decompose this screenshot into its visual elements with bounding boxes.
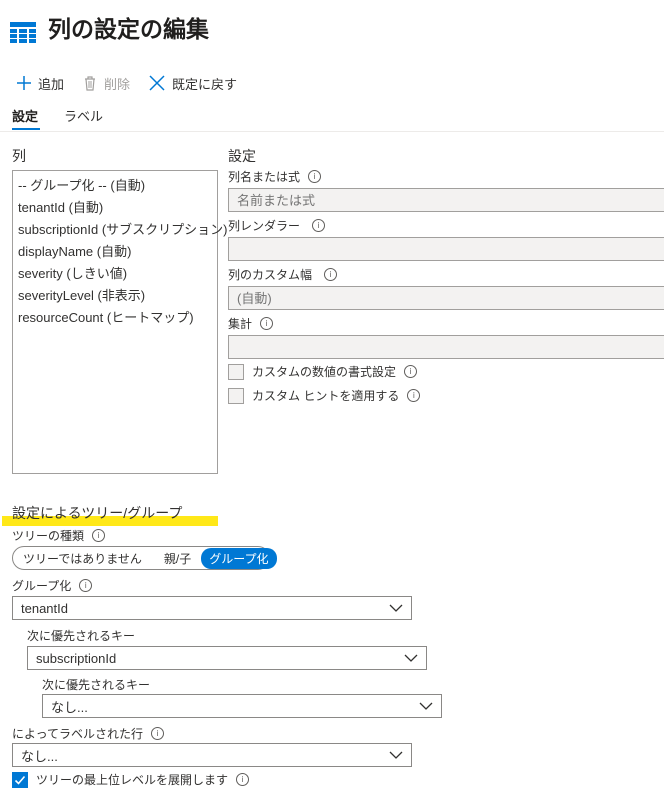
- add-button-label: 追加: [38, 76, 65, 92]
- tree-type-label-text: ツリーの種類: [12, 529, 85, 543]
- chevron-down-icon: [404, 654, 418, 662]
- expand-top-row[interactable]: ツリーの最上位レベルを展開します i: [12, 771, 250, 788]
- close-icon: [149, 75, 165, 91]
- tab-settings[interactable]: 設定: [12, 106, 38, 125]
- info-icon[interactable]: i: [79, 579, 93, 592]
- tab-labels[interactable]: ラベル: [64, 106, 103, 125]
- info-icon[interactable]: i: [151, 727, 165, 740]
- then-by-label-2: 次に優先されるキー: [42, 678, 151, 692]
- list-item[interactable]: severity (しきい値): [13, 263, 217, 285]
- list-item[interactable]: -- グループ化 -- (自動): [13, 175, 217, 197]
- width-label: 列のカスタム幅 i: [228, 266, 338, 283]
- trash-icon: [85, 76, 95, 91]
- custom-number-format-row[interactable]: カスタムの数値の書式設定 i: [228, 363, 418, 380]
- width-input[interactable]: [228, 286, 664, 310]
- list-item[interactable]: subscriptionId (サブスクリプション): [13, 219, 227, 241]
- then-by-dropdown-1[interactable]: subscriptionId: [27, 646, 427, 670]
- info-icon[interactable]: i: [312, 219, 326, 232]
- tree-type-toggle[interactable]: ツリーではありません 親/子 グループ化: [12, 546, 277, 570]
- info-icon[interactable]: i: [260, 317, 274, 330]
- list-item[interactable]: severityLevel (非表示): [13, 285, 217, 307]
- aggregation-label: 集計 i: [228, 315, 274, 332]
- settings-heading: 設定: [228, 148, 256, 164]
- delete-button-label: 削除: [104, 76, 131, 92]
- renderer-select[interactable]: [228, 237, 664, 261]
- info-icon[interactable]: i: [324, 268, 338, 281]
- label-rows-by-dropdown[interactable]: なし...: [12, 743, 412, 767]
- list-item[interactable]: tenantId (自動): [13, 197, 217, 219]
- list-item[interactable]: resourceCount (ヒートマップ): [13, 307, 217, 329]
- delete-button[interactable]: 削除: [82, 70, 130, 96]
- custom-number-format-label: カスタムの数値の書式設定: [252, 365, 397, 379]
- custom-hint-row[interactable]: カスタム ヒントを適用する i: [228, 387, 421, 404]
- info-icon[interactable]: i: [308, 170, 322, 183]
- name-label-text: 列名または式: [228, 170, 301, 184]
- then-by-value-2: なし...: [51, 699, 88, 715]
- label-rows-by-value: なし...: [21, 748, 58, 764]
- reset-button[interactable]: 既定に戻す: [148, 70, 237, 96]
- tree-type-grouping[interactable]: グループ化: [201, 547, 277, 569]
- tabs-divider: [0, 131, 664, 132]
- aggregation-select[interactable]: [228, 335, 664, 359]
- width-label-text: 列のカスタム幅: [228, 268, 313, 282]
- columns-heading: 列: [12, 148, 26, 164]
- columns-listbox[interactable]: -- グループ化 -- (自動) tenantId (自動) subscript…: [12, 170, 227, 474]
- table-icon: [10, 22, 36, 44]
- expand-top-checkbox[interactable]: [12, 771, 28, 788]
- info-icon[interactable]: i: [404, 365, 418, 378]
- add-button[interactable]: 追加: [16, 70, 64, 96]
- renderer-label: 列レンダラー i: [228, 217, 326, 234]
- info-icon[interactable]: i: [236, 773, 250, 786]
- chevron-down-icon: [389, 751, 403, 759]
- then-by-value-1: subscriptionId: [36, 650, 117, 666]
- custom-hint-checkbox[interactable]: [228, 387, 244, 404]
- checkmark-icon: [14, 775, 26, 785]
- then-by-label-1: 次に優先されるキー: [27, 629, 136, 643]
- tree-type-parent-child[interactable]: 親/子: [156, 548, 199, 569]
- tree-type-label: ツリーの種類 i: [12, 527, 106, 544]
- info-icon[interactable]: i: [407, 389, 421, 402]
- group-by-value: tenantId: [21, 600, 68, 616]
- tree-heading: 設定によるツリー/グループ: [12, 505, 183, 521]
- custom-number-format-checkbox[interactable]: [228, 363, 244, 380]
- chevron-down-icon: [389, 604, 403, 612]
- plus-icon: [17, 76, 31, 90]
- reset-button-label: 既定に戻す: [172, 76, 238, 92]
- info-icon[interactable]: i: [92, 529, 106, 542]
- name-input[interactable]: [228, 188, 664, 212]
- label-rows-by-label: によってラベルされた行 i: [12, 725, 165, 742]
- group-by-dropdown[interactable]: tenantId: [12, 596, 412, 620]
- chevron-down-icon: [419, 702, 433, 710]
- group-by-label: グループ化 i: [12, 577, 93, 594]
- label-rows-by-label-text: によってラベルされた行: [12, 727, 144, 741]
- list-item[interactable]: displayName (自動): [13, 241, 217, 263]
- tab-active-indicator: [12, 128, 40, 130]
- expand-top-label: ツリーの最上位レベルを展開します: [36, 773, 229, 787]
- then-by-dropdown-2[interactable]: なし...: [42, 694, 442, 718]
- name-label: 列名または式 i: [228, 168, 322, 185]
- page-title: 列の設定の編集: [48, 16, 209, 42]
- renderer-label-text: 列レンダラー: [228, 219, 301, 233]
- aggregation-label-text: 集計: [228, 317, 253, 331]
- group-by-label-text: グループ化: [12, 579, 72, 593]
- tree-type-none[interactable]: ツリーではありません: [15, 548, 150, 569]
- custom-hint-label: カスタム ヒントを適用する: [252, 389, 400, 403]
